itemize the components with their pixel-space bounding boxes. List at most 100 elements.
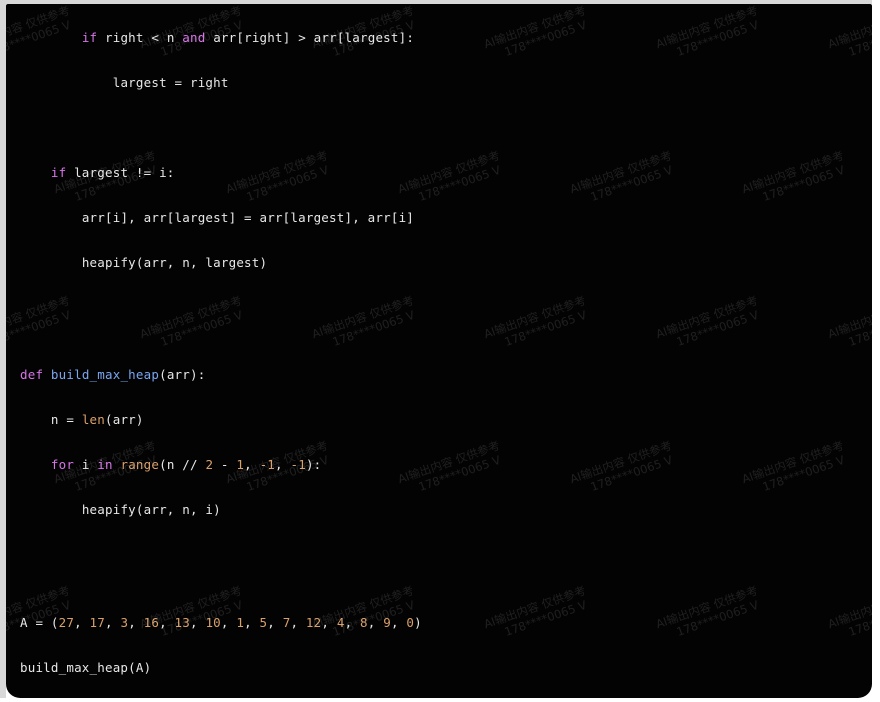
code-token-plain: , bbox=[74, 614, 90, 630]
code-token-plain: n = bbox=[50, 412, 82, 427]
code-token-plain: arr[largest]: bbox=[305, 29, 415, 45]
code-token-plain: ): bbox=[305, 457, 322, 472]
code-token-plain: heapify(arr, n, i) bbox=[81, 502, 221, 517]
code-token-kw: in bbox=[97, 457, 113, 472]
code-token-num: -1 bbox=[259, 457, 276, 472]
code-token-plain: build_max_heap(A) bbox=[20, 659, 152, 675]
code-token-plain: largest != i: bbox=[66, 164, 175, 180]
code-token-plain: , bbox=[367, 614, 384, 630]
code-token-plain: right bbox=[97, 29, 152, 45]
code-token-plain: ) bbox=[414, 614, 422, 630]
code-token-plain: , bbox=[290, 614, 306, 630]
code-token-plain: , bbox=[267, 614, 283, 630]
code-token-plain: heapify(arr, n, largest) bbox=[81, 254, 268, 270]
code-token-kw: for bbox=[50, 457, 75, 472]
code-line: for i in range(n // 2 - 1, -1, -1): bbox=[20, 454, 850, 477]
code-token-kw: if bbox=[50, 164, 67, 180]
code-token-plain: , bbox=[105, 614, 121, 630]
code-token-num: 13 bbox=[174, 614, 190, 630]
code-token-plain: (arr) bbox=[105, 412, 144, 427]
code-token-fn: build_max_heap bbox=[50, 367, 160, 382]
code-editor-content[interactable]: if right < n and arr[right] > arr[larges… bbox=[20, 27, 850, 699]
code-token-kw: if bbox=[81, 29, 98, 45]
code-token-op: > bbox=[298, 29, 306, 45]
code-line: arr[i], arr[largest] = arr[largest], arr… bbox=[20, 207, 850, 230]
code-token-plain: arr[i], arr[largest] = arr[largest], arr… bbox=[81, 209, 415, 225]
code-token-plain: i bbox=[74, 457, 98, 472]
code-line: n = len(arr) bbox=[20, 409, 850, 432]
code-token-plain: , bbox=[344, 614, 361, 630]
code-token-plain: n bbox=[159, 29, 183, 45]
code-token-plain: , bbox=[128, 614, 144, 630]
code-line: def build_max_heap(arr): bbox=[20, 364, 850, 387]
code-line: build_max_heap(A) bbox=[20, 657, 850, 680]
code-token-builtin: range bbox=[120, 457, 160, 472]
code-token-num: 9 bbox=[383, 614, 391, 630]
code-line: A = (27, 17, 3, 16, 13, 10, 1, 5, 7, 12,… bbox=[20, 612, 850, 635]
code-token-plain: , bbox=[275, 457, 291, 472]
code-token-num: 12 bbox=[305, 614, 322, 630]
code-line: heapify(arr, n, largest) bbox=[20, 252, 850, 275]
code-token-plain: , bbox=[321, 614, 337, 630]
code-token-plain: - bbox=[213, 457, 237, 472]
code-line: if right < n and arr[right] > arr[larges… bbox=[20, 27, 850, 50]
code-token-num: 8 bbox=[360, 614, 368, 630]
code-token-num: 1 bbox=[236, 457, 245, 472]
code-token-plain: A = ( bbox=[20, 614, 59, 630]
code-line: heapify(arr, n, i) bbox=[20, 499, 850, 522]
screenshot-root: if right < n and arr[right] > arr[larges… bbox=[0, 0, 880, 702]
code-line: if largest != i: bbox=[20, 162, 850, 185]
code-token-kw: def bbox=[20, 367, 44, 382]
frame-edge-bottom bbox=[0, 698, 880, 702]
code-token-plain: , bbox=[390, 614, 407, 630]
code-token-plain: largest = right bbox=[112, 74, 229, 90]
code-token-op: < bbox=[151, 29, 160, 45]
code-token-num: 10 bbox=[205, 614, 221, 630]
code-token-kw: and bbox=[182, 29, 206, 45]
code-token-num: 4 bbox=[336, 614, 345, 630]
code-token-plain: (arr): bbox=[159, 367, 206, 382]
code-token-num: 16 bbox=[143, 614, 160, 630]
code-token-plain: , bbox=[244, 614, 260, 630]
code-token-plain: , bbox=[159, 614, 175, 630]
code-canvas: if right < n and arr[right] > arr[larges… bbox=[6, 4, 872, 698]
code-token-plain: arr[right] bbox=[205, 29, 299, 45]
frame-edge-right bbox=[872, 0, 880, 702]
code-token-plain: , bbox=[190, 614, 206, 630]
code-line: largest = right bbox=[20, 72, 850, 95]
code-token-num: -1 bbox=[290, 457, 306, 472]
code-token-num: 0 bbox=[406, 614, 415, 630]
code-token-plain: , bbox=[220, 614, 237, 630]
code-token-plain: , bbox=[244, 457, 260, 472]
code-token-builtin: len bbox=[81, 412, 105, 427]
code-token-num: 27 bbox=[58, 614, 75, 630]
code-token-num: 17 bbox=[89, 614, 105, 630]
code-token-plain: (n // bbox=[159, 457, 206, 472]
